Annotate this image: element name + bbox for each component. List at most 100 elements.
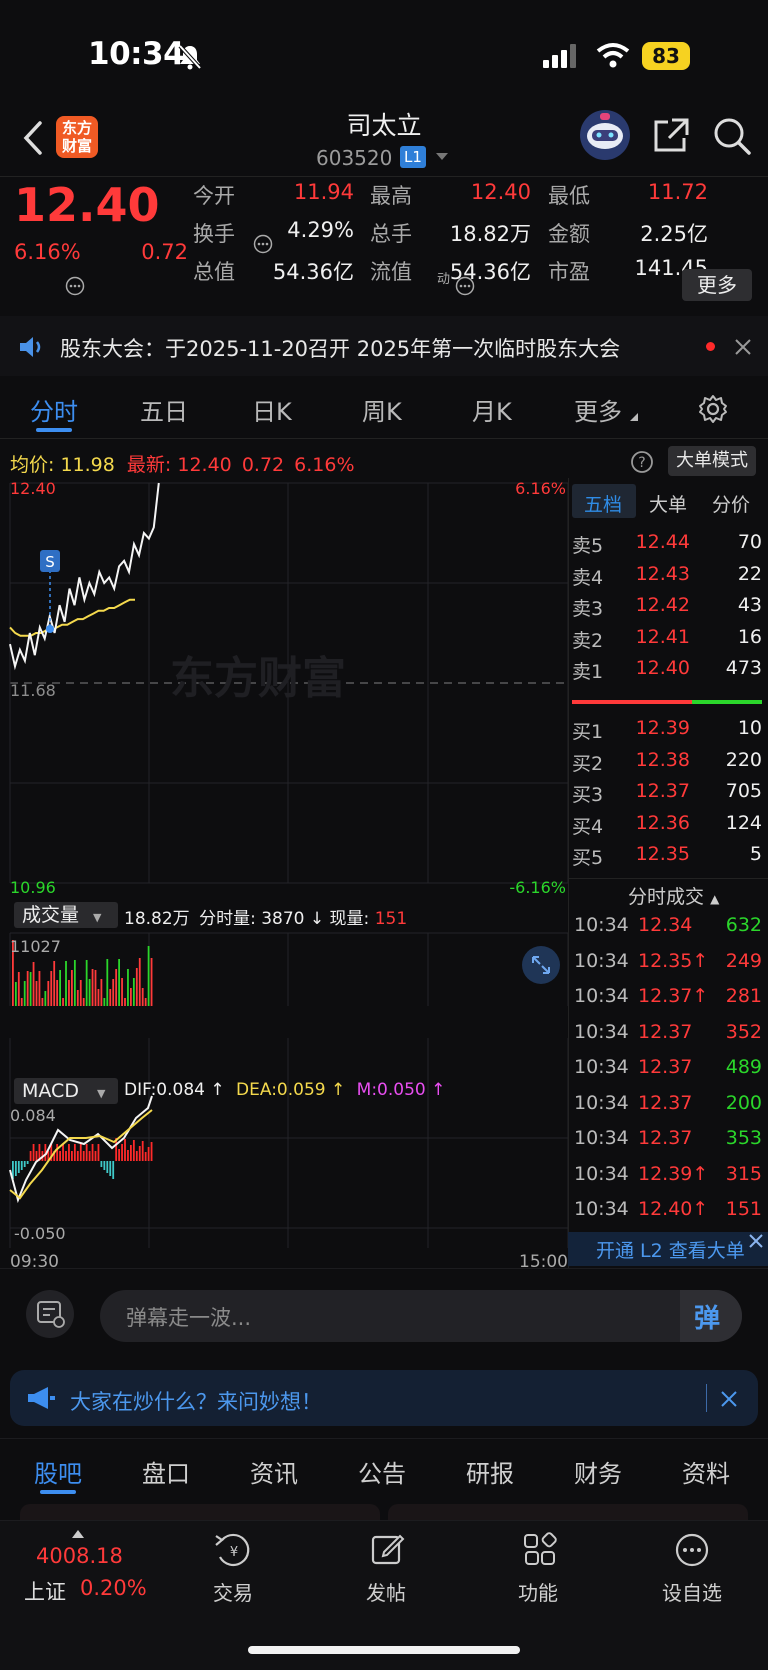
- indicator-select-volume[interactable]: 成交量 ▼: [14, 902, 118, 928]
- tick-price: 12.35↑: [638, 949, 709, 972]
- status-time: 10:34: [88, 36, 185, 72]
- close-icon[interactable]: [734, 338, 752, 356]
- current-price: 12.40: [14, 178, 160, 232]
- notice-text[interactable]: 股东大会：于2025-11-20召开 2025年第一次临时股东大会: [60, 333, 620, 363]
- macd-bar: [79, 1144, 82, 1161]
- index-pct[interactable]: 0.20%: [80, 1576, 147, 1600]
- volume-bar: [94, 970, 97, 1006]
- big-order-mode-button[interactable]: 大单模式: [668, 446, 756, 476]
- macd-bar: [103, 1161, 106, 1170]
- level-price: 12.39: [635, 717, 690, 739]
- volume-bar: [118, 959, 120, 1006]
- volume-bar: [150, 958, 153, 1006]
- tick-price: 12.37: [638, 1091, 693, 1114]
- volume-bar: [44, 991, 47, 1006]
- tick-price: 12.37: [638, 1127, 693, 1149]
- subnav-item[interactable]: 股吧: [34, 1454, 82, 1489]
- level-badge[interactable]: L1: [400, 146, 426, 168]
- settings-gear-icon[interactable]: [698, 394, 728, 424]
- macd-bottom: -0.050: [14, 1224, 66, 1243]
- tick-price: 12.37: [638, 1020, 693, 1043]
- indicator-select-macd[interactable]: MACD ▼: [14, 1078, 118, 1104]
- subnav-item[interactable]: 盘口: [142, 1454, 190, 1489]
- subnav-item[interactable]: 研报: [466, 1454, 514, 1489]
- robot-assistant-icon[interactable]: [578, 108, 632, 162]
- tab-more[interactable]: 更多: [574, 392, 622, 427]
- macd-bar: [73, 1144, 76, 1161]
- macd-bar: [97, 1144, 100, 1161]
- mute-bell-icon: [178, 44, 202, 70]
- dock-trade[interactable]: 交易: [183, 1577, 283, 1606]
- trade-icon[interactable]: ¥: [214, 1532, 254, 1570]
- functions-icon[interactable]: [522, 1532, 558, 1568]
- tick-time: 10:34: [574, 949, 629, 972]
- level-price: 12.38: [635, 748, 690, 771]
- dock-functions[interactable]: 功能: [488, 1577, 588, 1606]
- help-icon[interactable]: ?: [630, 450, 654, 474]
- tab-monthly-k[interactable]: 月K: [472, 392, 512, 427]
- svg-text:?: ?: [638, 455, 645, 471]
- info-dots-icon[interactable]: [65, 276, 85, 296]
- macd-bar: [91, 1144, 94, 1161]
- more-options-icon[interactable]: [674, 1532, 710, 1568]
- subnav-item[interactable]: 公告: [358, 1454, 406, 1489]
- post-icon[interactable]: [370, 1532, 406, 1568]
- volume-bar: [115, 969, 118, 1006]
- intraday-chart[interactable]: 东方财富 S 12.40 11.68 10.96 6.16% -6.16% 11…: [0, 478, 570, 1268]
- tab-daily-k[interactable]: 日K: [252, 392, 292, 427]
- level-volume: 124: [725, 811, 762, 834]
- ticks-title[interactable]: 分时成交 ▲: [628, 882, 719, 909]
- info-dots-icon[interactable]: [253, 234, 273, 254]
- latest-change: 0.72: [241, 454, 285, 476]
- level-label: 买2: [572, 752, 604, 775]
- dock-add-watchlist[interactable]: 设自选: [642, 1577, 742, 1606]
- tab-price-dist[interactable]: 分价: [712, 490, 750, 517]
- dock-post[interactable]: 发帖: [336, 1577, 436, 1606]
- volume-bar: [85, 960, 88, 1006]
- wifi-icon: [596, 43, 630, 68]
- search-icon[interactable]: [712, 116, 752, 156]
- tab-weekly-k[interactable]: 周K: [362, 392, 402, 427]
- level-label: 买4: [572, 815, 604, 838]
- level-price: 12.43: [635, 562, 690, 585]
- volume-bar: [106, 959, 109, 1006]
- subnav-item[interactable]: 财务: [574, 1454, 622, 1489]
- volume-bar: [62, 998, 64, 1006]
- subnav-item[interactable]: 资讯: [250, 1454, 298, 1489]
- tick-time: 10:34: [574, 985, 629, 1007]
- share-icon[interactable]: [652, 116, 690, 154]
- volume-bar: [79, 980, 82, 1006]
- volume-bar: [53, 961, 56, 1006]
- chevron-down-icon[interactable]: [435, 152, 449, 162]
- volume-bar: [97, 989, 100, 1006]
- macd-bar: [23, 1161, 26, 1167]
- close-icon[interactable]: [748, 1233, 764, 1249]
- danmu-btn-text[interactable]: 弹: [694, 1298, 720, 1335]
- y-axis-bottom: 10.96: [10, 878, 56, 897]
- more-quote-button[interactable]: 更多: [682, 269, 752, 301]
- quote-key: 总手: [370, 222, 412, 246]
- tick-volume: 352: [725, 1020, 762, 1043]
- close-icon[interactable]: [720, 1390, 738, 1408]
- tab-5day[interactable]: 五日: [140, 392, 188, 427]
- tab-five-levels[interactable]: 五档: [584, 490, 622, 517]
- danmu-settings-icon[interactable]: [36, 1300, 66, 1328]
- index-name[interactable]: 上证: [24, 1576, 66, 1606]
- tick-time: 10:34: [574, 1091, 629, 1114]
- ask-banner-text[interactable]: 大家在炒什么？来问妙想！: [70, 1386, 322, 1416]
- info-dots-icon[interactable]: [455, 276, 475, 296]
- tick-price: 12.34: [638, 914, 693, 936]
- expand-icon[interactable]: [522, 946, 560, 984]
- index-value[interactable]: 4008.18: [36, 1544, 123, 1568]
- l2-banner-text[interactable]: 开通 L2 查看大单: [596, 1236, 745, 1263]
- macd-bar: [71, 1151, 73, 1161]
- tab-big-orders[interactable]: 大单: [649, 490, 687, 517]
- latest-label: 最新:: [126, 454, 172, 476]
- volume-bar: [121, 978, 123, 1006]
- tick-volume: 281: [725, 985, 762, 1007]
- danmu-placeholder: 弹幕走一波...: [126, 1306, 252, 1330]
- macd-bar: [68, 1144, 70, 1161]
- macd-bar: [138, 1146, 141, 1161]
- tab-intraday[interactable]: 分时: [30, 392, 78, 427]
- subnav-item[interactable]: 资料: [682, 1454, 730, 1489]
